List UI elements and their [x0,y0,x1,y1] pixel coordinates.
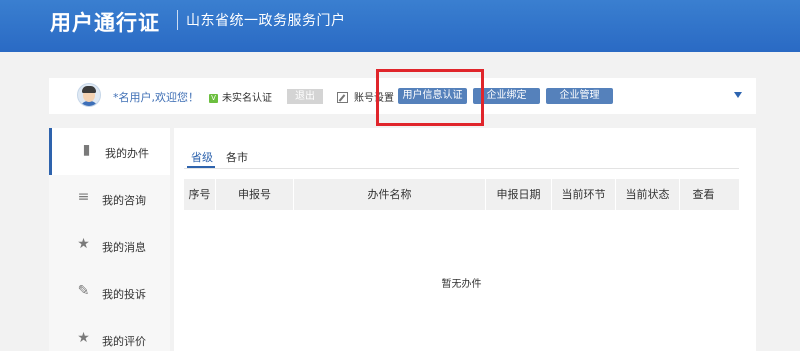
edit-icon [337,92,348,103]
column-header-current-step: 当前环节 [552,179,616,210]
column-header-index: 序号 [184,179,216,210]
bar-chart-icon: ▮ [82,142,91,158]
dropdown-caret-icon[interactable] [734,92,742,98]
welcome-text: *名用户,欢迎您！ [113,91,199,104]
verify-status-label: 未实名认证 [222,93,272,104]
database-icon: ≡ [77,189,90,205]
verify-status: V 未实名认证 [209,89,272,104]
top-header: 用户通行证 山东省统一政务服务门户 [0,0,800,52]
sidebar-item-label: 我的办件 [105,147,149,160]
empty-state-text: 暂无办件 [441,279,482,290]
brand-divider [177,10,178,30]
sidebar-item-my-messages[interactable]: ★ 我的消息 [49,222,170,269]
sidebar-item-my-reviews[interactable]: ★ 我的评价 [49,316,170,351]
column-header-view: 查看 [692,188,715,201]
highlight-box [376,69,484,126]
column-header-apply-date: 申报日期 [486,179,552,210]
column-header-current-status: 当前状态 [616,179,680,210]
sidebar-item-label: 我的投诉 [102,288,146,301]
table-header: 序号 申报号 办件名称 申报日期 当前环节 当前状态 查看 [184,179,739,210]
user-avatar-icon [77,83,101,107]
enterprise-manage-button[interactable]: 企业管理 [546,88,613,104]
brand-title: 用户通行证 [50,11,160,35]
sidebar: ▮ 我的办件 ≡ 我的咨询 ★ 我的消息 ✎ 我的投诉 ★ 我的评价 [49,128,170,351]
brand-subtitle: 山东省统一政务服务门户 [186,13,346,29]
tab-province[interactable]: 省级 [191,149,213,165]
star-icon: ★ [77,236,90,252]
tab-divider [184,168,739,169]
column-header-apply-no: 申报号 [216,179,294,210]
star-icon: ★ [77,330,90,346]
sidebar-item-label: 我的评价 [102,335,146,348]
book-icon: ✎ [77,283,90,299]
sidebar-item-label: 我的消息 [102,241,146,254]
sidebar-item-label: 我的咨询 [102,194,146,207]
sidebar-item-my-cases[interactable]: ▮ 我的办件 [49,128,170,175]
sidebar-item-my-consult[interactable]: ≡ 我的咨询 [49,175,170,222]
sidebar-item-my-complaints[interactable]: ✎ 我的投诉 [49,269,170,316]
main-panel: 省级 各市 序号 申报号 办件名称 申报日期 当前环节 当前状态 查看 暂无办件 [174,128,756,351]
tab-cities[interactable]: 各市 [226,149,248,165]
column-header-case-name: 办件名称 [294,179,486,210]
verify-badge-icon: V [209,93,218,103]
logout-button[interactable]: 退出 [287,89,323,104]
